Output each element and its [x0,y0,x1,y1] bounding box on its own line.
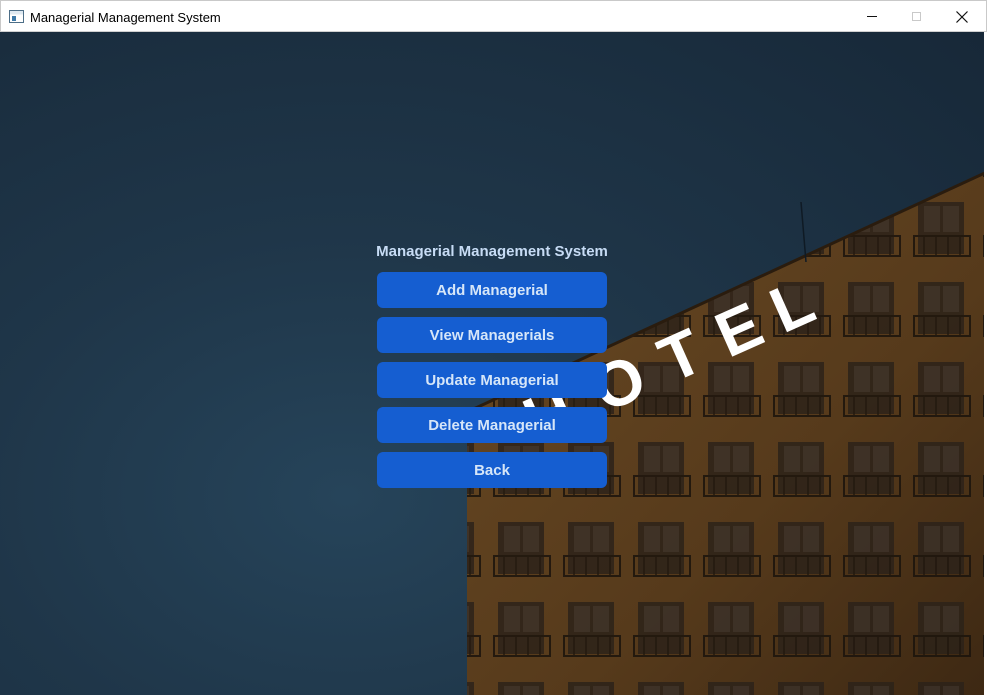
view-managerials-button[interactable]: View Managerials [377,317,607,353]
update-managerial-button[interactable]: Update Managerial [377,362,607,398]
menu-title: Managerial Management System [376,243,608,260]
back-button[interactable]: Back [377,452,607,488]
delete-managerial-button[interactable]: Delete Managerial [377,407,607,443]
maximize-button[interactable] [893,1,939,32]
minimize-icon [867,16,877,17]
maximize-icon [911,12,921,21]
close-icon [956,10,968,23]
add-managerial-button[interactable]: Add Managerial [377,272,607,308]
background-image: H O T E L Managerial Management System A… [0,32,987,695]
minimize-button[interactable] [849,1,895,32]
window-title: Managerial Management System [30,10,221,25]
app-window-icon [9,10,24,23]
app-window: Managerial Management System O T E L Man… [0,0,987,695]
title-bar: Managerial Management System [0,0,987,32]
close-button[interactable] [939,1,985,32]
